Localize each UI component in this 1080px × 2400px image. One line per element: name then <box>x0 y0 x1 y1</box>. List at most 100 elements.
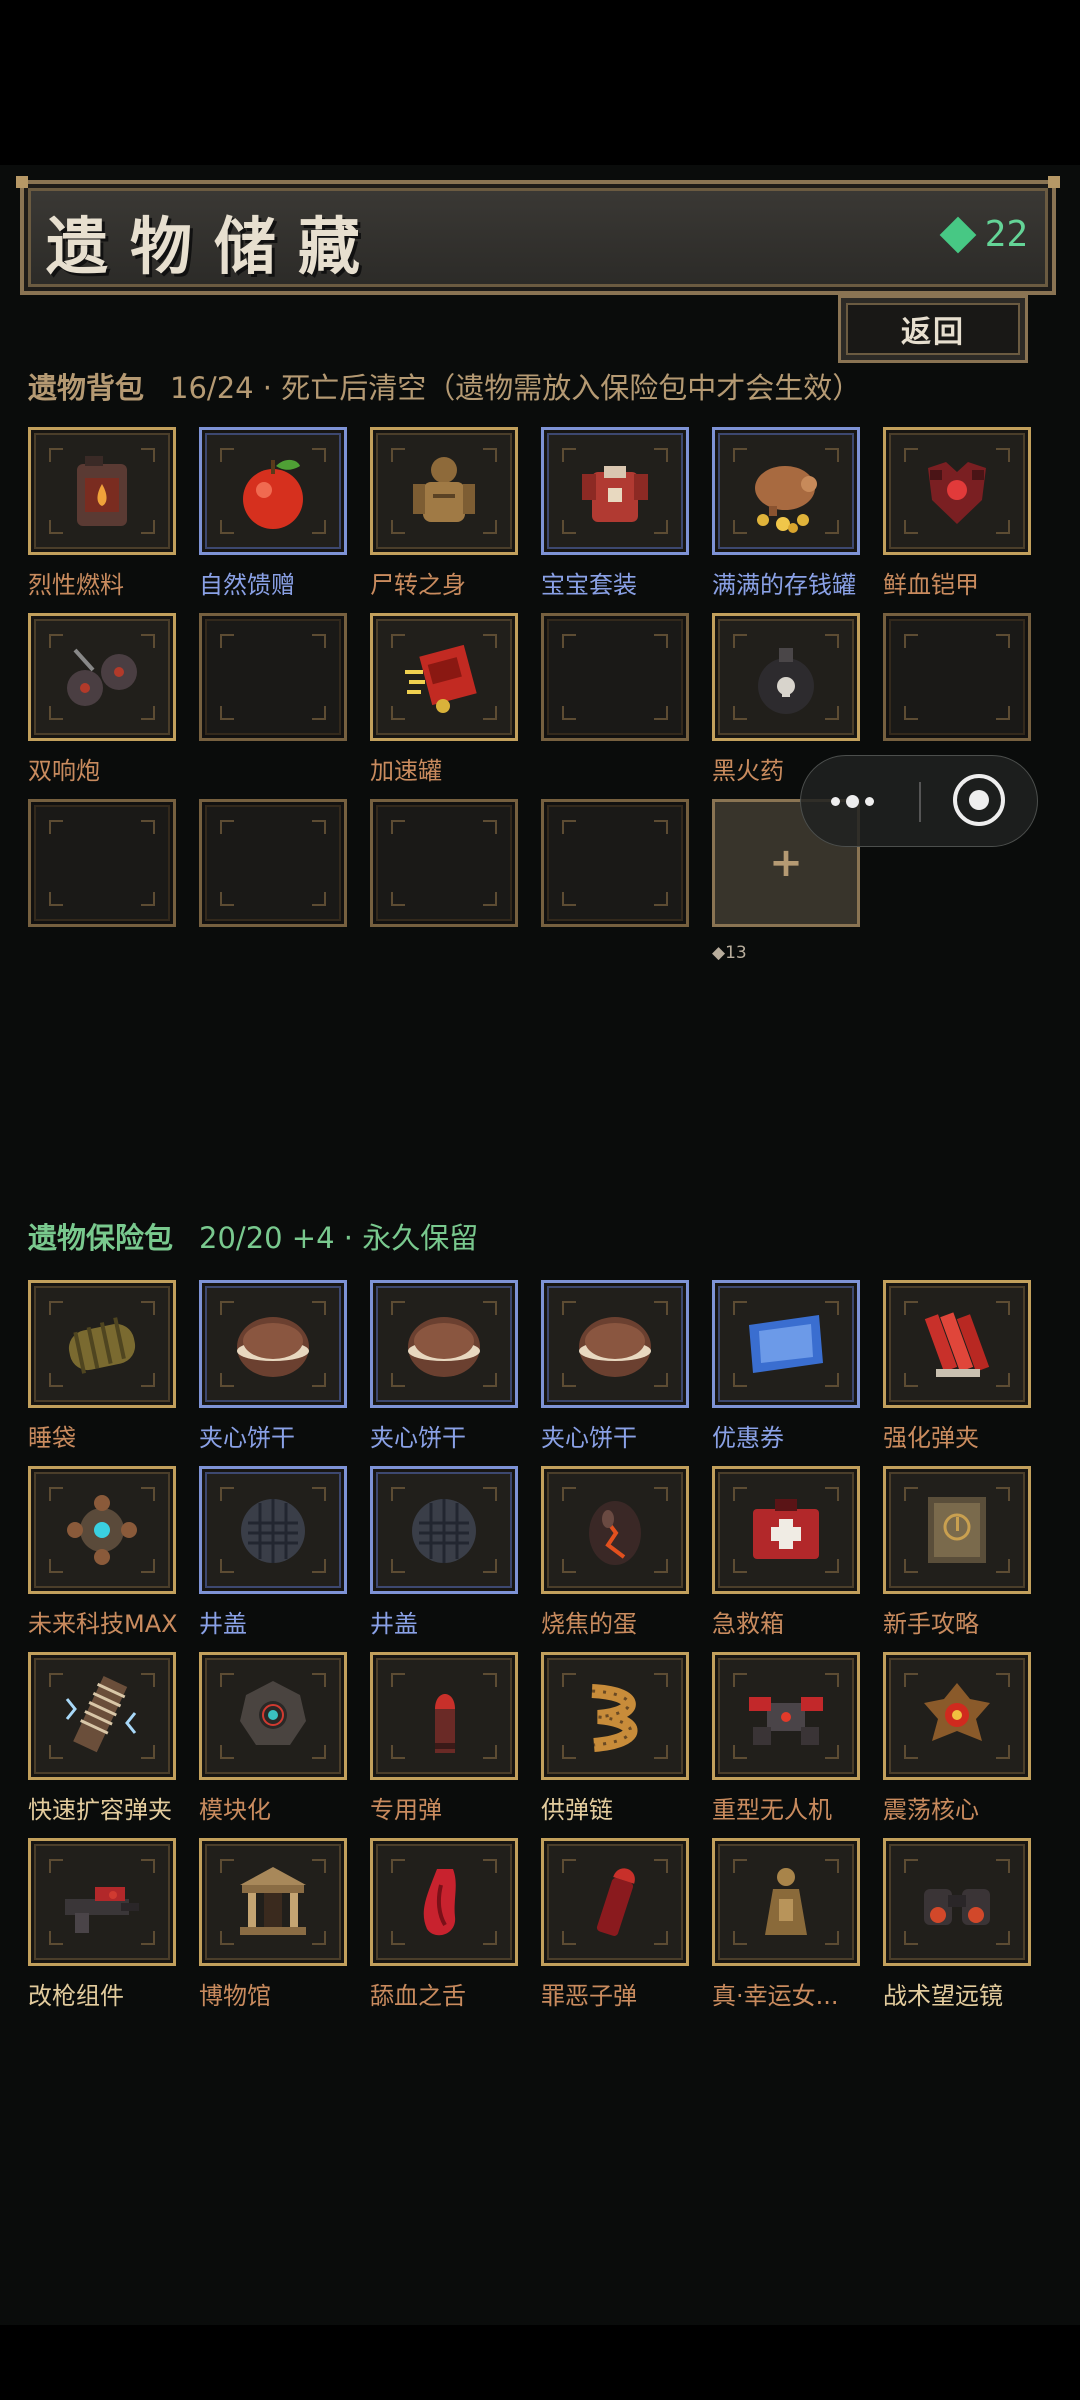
relic-slot[interactable] <box>199 427 347 555</box>
slot-corner <box>141 820 155 834</box>
relic-slot[interactable] <box>883 1652 1031 1780</box>
relic-label: 罪恶子弹 <box>541 1982 637 2010</box>
vault-relic-cell[interactable]: 供弹链 <box>541 1652 689 1838</box>
vault-relic-cell[interactable]: 烧焦的蛋 <box>541 1466 689 1652</box>
relic-slot[interactable] <box>370 427 518 555</box>
relic-slot[interactable] <box>199 1838 347 1966</box>
vault-relic-cell[interactable]: 急救箱 <box>712 1466 860 1652</box>
relic-slot[interactable] <box>199 1466 347 1594</box>
vault-relic-cell[interactable]: 重型无人机 <box>712 1652 860 1838</box>
vault-relic-cell[interactable]: 罪恶子弹 <box>541 1838 689 2024</box>
slot-corner <box>654 892 668 906</box>
bag-relic-cell[interactable]: 自然馈赠 <box>199 427 347 613</box>
relic-slot[interactable] <box>370 1466 518 1594</box>
bag-relic-cell[interactable] <box>199 799 347 985</box>
relic-slot[interactable] <box>28 1280 176 1408</box>
bag-title: 遗物背包 <box>28 371 145 405</box>
bag-relic-cell[interactable]: 尸转之身 <box>370 427 518 613</box>
relic-slot[interactable] <box>28 1652 176 1780</box>
relic-label: 尸转之身 <box>370 571 466 599</box>
relic-slot[interactable] <box>370 1280 518 1408</box>
bag-relic-cell[interactable]: 烈性燃料 <box>28 427 176 613</box>
vault-relic-cell[interactable]: 快速扩容弹夹 <box>28 1652 176 1838</box>
bag-relic-cell[interactable] <box>199 613 347 799</box>
vault-relic-cell[interactable]: 夹心饼干 <box>370 1280 518 1466</box>
relic-label: 烈性燃料 <box>28 571 124 599</box>
vault-relic-cell[interactable]: 改枪组件 <box>28 1838 176 2024</box>
relic-slot[interactable] <box>28 427 176 555</box>
vault-relic-cell[interactable]: 真·幸运女... <box>712 1838 860 2024</box>
relic-vault-grid: 睡袋 夹心饼干 夹心饼干 夹心饼干 优惠券 强化弹夹 未来科技MAX 井盖 井盖 烧焦的蛋 急救箱 新… <box>28 1280 1031 2024</box>
relic-slot[interactable] <box>541 1466 689 1594</box>
relic-label: 舔血之舌 <box>370 1982 466 2010</box>
blood-tongue-icon <box>397 1855 491 1949</box>
relic-slot[interactable] <box>712 1652 860 1780</box>
relic-slot[interactable] <box>541 1838 689 1966</box>
more-icon[interactable] <box>831 786 891 816</box>
empty-relic-slot[interactable] <box>199 613 347 741</box>
empty-relic-slot[interactable] <box>541 799 689 927</box>
relic-slot[interactable] <box>883 1280 1031 1408</box>
vault-relic-cell[interactable]: 井盖 <box>199 1466 347 1652</box>
sandwich-cookie-icon <box>568 1297 662 1391</box>
relic-slot[interactable] <box>28 1838 176 1966</box>
guide-book-icon <box>910 1483 1004 1577</box>
vault-relic-cell[interactable]: 战术望远镜 <box>883 1838 1031 2024</box>
relic-slot[interactable] <box>370 613 518 741</box>
vault-relic-cell[interactable]: 新手攻略 <box>883 1466 1031 1652</box>
bag-relic-cell[interactable]: 加速罐 <box>370 613 518 799</box>
relic-label: 烧焦的蛋 <box>541 1610 637 1638</box>
bag-relic-cell[interactable]: 宝宝套装 <box>541 427 689 613</box>
relic-slot[interactable] <box>199 1280 347 1408</box>
vault-relic-cell[interactable]: 震荡核心 <box>883 1652 1031 1838</box>
vault-relic-cell[interactable]: 睡袋 <box>28 1280 176 1466</box>
empty-relic-slot[interactable] <box>541 613 689 741</box>
relic-slot[interactable] <box>28 613 176 741</box>
vault-relic-cell[interactable]: 博物馆 <box>199 1838 347 2024</box>
relic-slot[interactable] <box>541 1280 689 1408</box>
empty-relic-slot[interactable] <box>199 799 347 927</box>
relic-slot[interactable] <box>541 427 689 555</box>
relic-slot[interactable] <box>712 613 860 741</box>
slot-corner <box>141 892 155 906</box>
relic-slot[interactable] <box>370 1838 518 1966</box>
relic-slot[interactable] <box>883 1466 1031 1594</box>
relic-slot[interactable] <box>28 1466 176 1594</box>
relic-slot[interactable] <box>712 1838 860 1966</box>
vault-relic-cell[interactable]: 未来科技MAX <box>28 1466 178 1652</box>
vault-relic-cell[interactable]: 优惠券 <box>712 1280 860 1466</box>
bag-relic-cell[interactable] <box>541 613 689 799</box>
vault-relic-cell[interactable]: 模块化 <box>199 1652 347 1838</box>
bag-relic-cell[interactable] <box>28 799 176 985</box>
vault-relic-cell[interactable]: 井盖 <box>370 1466 518 1652</box>
relic-slot[interactable] <box>712 1280 860 1408</box>
bag-section-header: 遗物背包 16/24 · 死亡后清空（遗物需放入保险包中才会生效） <box>28 365 861 407</box>
empty-relic-slot[interactable] <box>370 799 518 927</box>
empty-relic-slot[interactable] <box>28 799 176 927</box>
slot-corner <box>904 634 918 648</box>
relic-slot[interactable] <box>541 1652 689 1780</box>
slot-corner <box>904 706 918 720</box>
relic-slot[interactable] <box>883 427 1031 555</box>
vault-relic-cell[interactable]: 专用弹 <box>370 1652 518 1838</box>
empty-relic-slot[interactable] <box>883 613 1031 741</box>
relic-slot[interactable] <box>199 1652 347 1780</box>
vault-relic-cell[interactable]: 舔血之舌 <box>370 1838 518 2024</box>
vault-relic-cell[interactable]: 强化弹夹 <box>883 1280 1031 1466</box>
bag-relic-cell[interactable]: 满满的存钱罐 <box>712 427 860 613</box>
bag-relic-cell[interactable] <box>541 799 689 985</box>
bag-relic-cell[interactable] <box>370 799 518 985</box>
vault-relic-cell[interactable]: 夹心饼干 <box>541 1280 689 1466</box>
ammo-clip-icon <box>910 1297 1004 1391</box>
bag-relic-cell[interactable]: 双响炮 <box>28 613 176 799</box>
vault-relic-cell[interactable]: 夹心饼干 <box>199 1280 347 1466</box>
relic-slot[interactable] <box>712 427 860 555</box>
back-button[interactable]: 返回 <box>838 295 1028 363</box>
relic-slot[interactable] <box>370 1652 518 1780</box>
relic-slot[interactable] <box>712 1466 860 1594</box>
bag-relic-cell[interactable]: 鲜血铠甲 <box>883 427 1031 613</box>
slot-corner <box>996 706 1010 720</box>
relic-slot[interactable] <box>883 1838 1031 1966</box>
relic-label: 满满的存钱罐 <box>712 571 856 599</box>
close-target-icon[interactable] <box>953 774 1005 826</box>
